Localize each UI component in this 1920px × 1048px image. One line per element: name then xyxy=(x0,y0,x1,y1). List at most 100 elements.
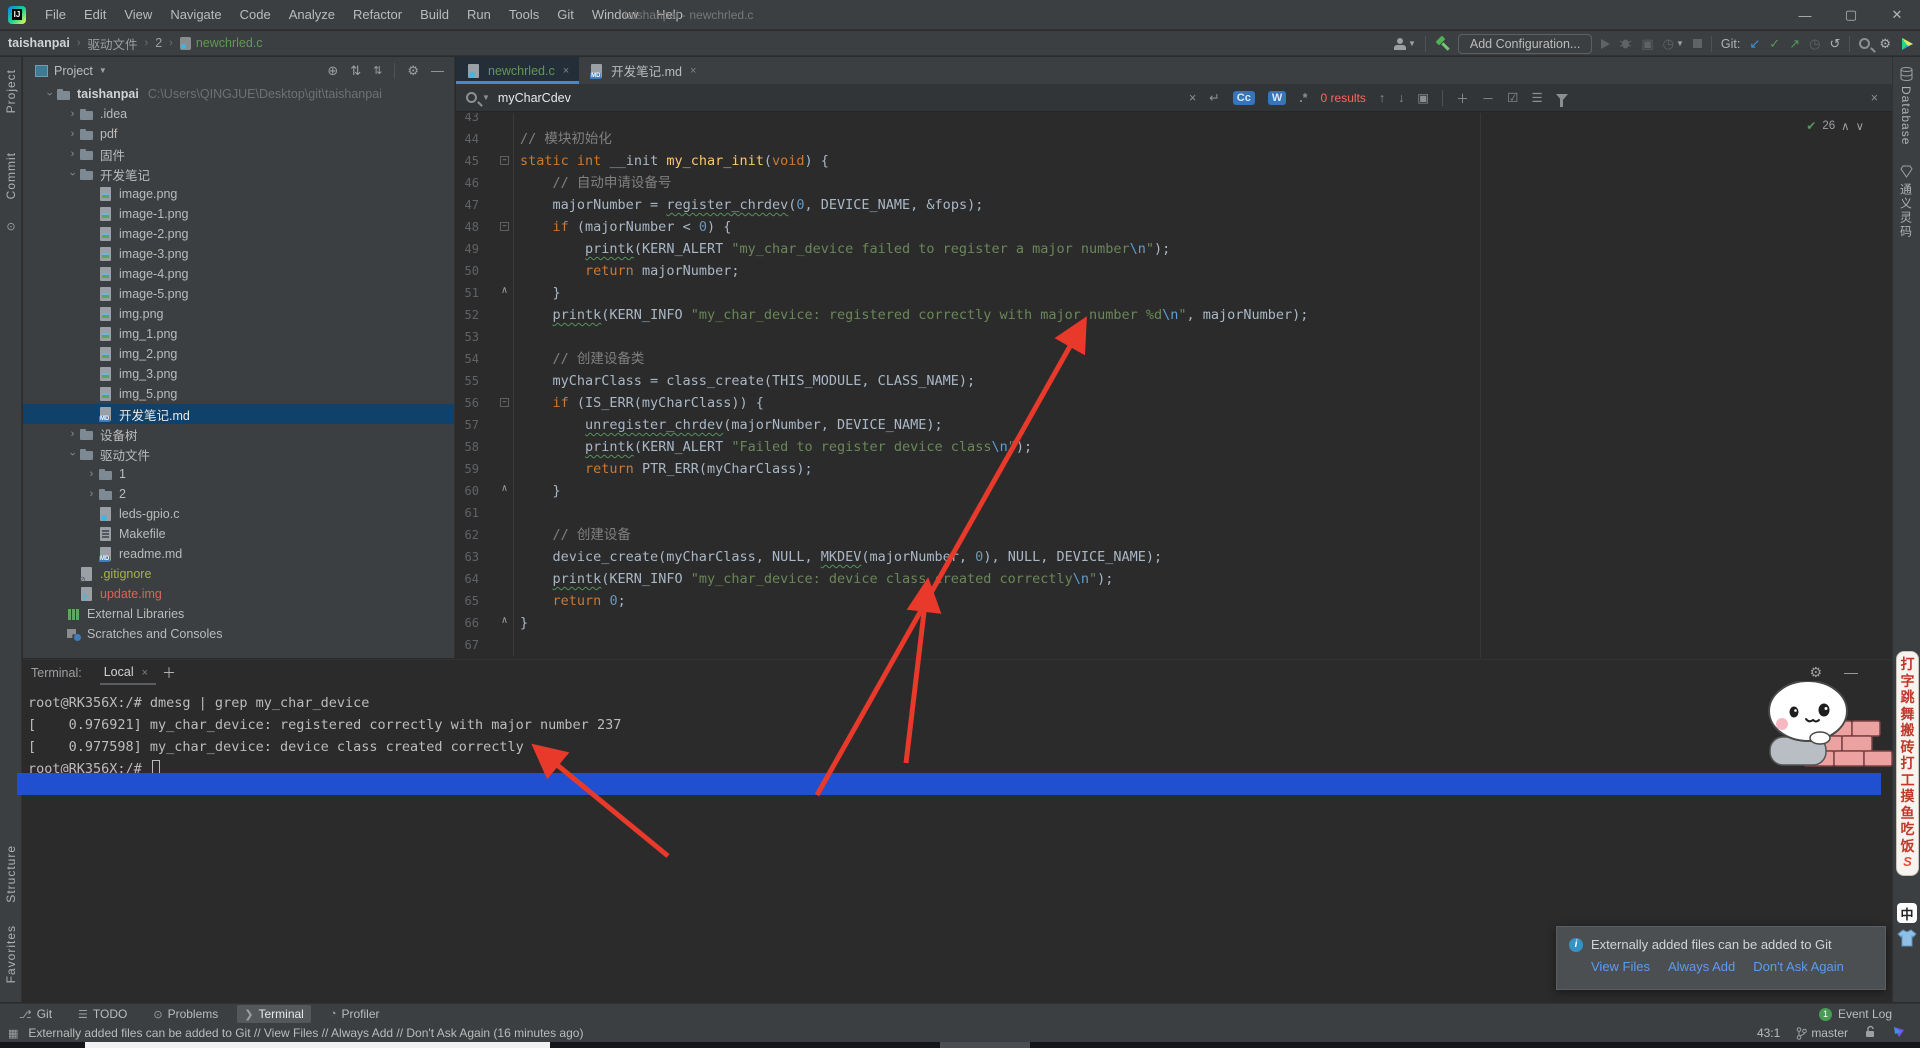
tree-item[interactable]: ›设备树 xyxy=(23,424,454,444)
tree-item[interactable]: .gitignore xyxy=(23,564,454,584)
tool-button-project[interactable]: Project xyxy=(0,69,22,113)
terminal-minimize-icon[interactable]: — xyxy=(1844,664,1858,681)
project-panel-title[interactable]: Project xyxy=(54,64,93,78)
tree-item[interactable]: ›驱动文件 xyxy=(23,444,454,464)
tree-item[interactable]: image.png xyxy=(23,184,454,204)
fold-marker-icon[interactable]: ∧ xyxy=(500,617,509,626)
tree-item[interactable]: 开发笔记.md xyxy=(23,404,454,424)
inspection-widget[interactable]: ✔ 26 ∧ ∨ xyxy=(1806,119,1864,133)
menu-item-tools[interactable]: Tools xyxy=(500,0,548,30)
maximize-button[interactable]: ▢ xyxy=(1828,0,1874,30)
tree-item[interactable]: ›固件 xyxy=(23,144,454,164)
menu-item-run[interactable]: Run xyxy=(458,0,500,30)
event-log-button[interactable]: 1Event Log xyxy=(1819,1007,1892,1021)
git-branch-widget[interactable]: master xyxy=(1796,1026,1848,1040)
regex-toggle[interactable]: .* xyxy=(1299,91,1307,105)
words-toggle[interactable]: W xyxy=(1268,91,1286,105)
search-filter-funnel-icon[interactable] xyxy=(1556,94,1568,101)
tree-chevron-icon[interactable]: › xyxy=(66,428,79,440)
tree-item[interactable]: image-1.png xyxy=(23,204,454,224)
tree-chevron-icon[interactable]: › xyxy=(66,148,79,160)
menu-item-navigate[interactable]: Navigate xyxy=(161,0,230,30)
settings-gear-icon[interactable]: ⚙ xyxy=(1879,36,1891,52)
tree-item[interactable]: image-3.png xyxy=(23,244,454,264)
notification-action-view-files[interactable]: View Files xyxy=(1591,959,1650,974)
tree-item[interactable]: img_5.png xyxy=(23,384,454,404)
git-rollback-icon[interactable]: ↺ xyxy=(1829,36,1840,52)
tool-window-button-profiler[interactable]: ◔Profiler xyxy=(323,1005,387,1023)
remove-occurrence-icon[interactable]: － xyxy=(1482,88,1495,107)
hide-panel-icon[interactable]: — xyxy=(431,63,444,78)
tree-item[interactable]: update.img xyxy=(23,584,454,604)
menu-item-git[interactable]: Git xyxy=(548,0,583,30)
fold-marker-icon[interactable]: − xyxy=(500,156,509,165)
notification-action-don-t-ask-again[interactable]: Don't Ask Again xyxy=(1753,959,1844,974)
build-hammer-icon[interactable] xyxy=(1435,37,1449,51)
tree-chevron-icon[interactable]: › xyxy=(85,488,98,500)
tool-button-commit[interactable]: Commit xyxy=(0,152,22,199)
tree-chevron-icon[interactable]: › xyxy=(67,168,79,181)
tool-window-stack-icon[interactable]: ▦ xyxy=(8,1027,18,1040)
menu-item-file[interactable]: File xyxy=(36,0,75,30)
terminal-settings-gear-icon[interactable]: ⚙ xyxy=(1809,664,1822,681)
editor-tab[interactable]: newchrled.c× xyxy=(456,57,579,84)
tree-item[interactable]: ›开发笔记 xyxy=(23,164,454,184)
filter-search-icon[interactable]: ☰ xyxy=(1531,90,1542,105)
git-push-icon[interactable]: ↗ xyxy=(1789,36,1800,52)
breadcrumb-item[interactable]: 驱动文件 xyxy=(88,34,138,53)
updates-icon[interactable] xyxy=(1900,37,1914,51)
tree-item[interactable]: ›2 xyxy=(23,484,454,504)
git-update-icon[interactable]: ↙ xyxy=(1749,36,1760,52)
find-icon[interactable] xyxy=(466,92,477,103)
search-everywhere-icon[interactable] xyxy=(1859,38,1870,49)
tree-item[interactable]: leds-gpio.c xyxy=(23,504,454,524)
tool-button-structure[interactable]: Structure xyxy=(0,845,22,903)
terminal-tab-close-icon[interactable]: × xyxy=(142,667,148,679)
menu-item-analyze[interactable]: Analyze xyxy=(280,0,344,30)
close-button[interactable]: ✕ xyxy=(1874,0,1920,30)
next-problem-icon[interactable]: ∨ xyxy=(1856,119,1864,133)
tree-chevron-icon[interactable]: › xyxy=(66,108,79,120)
tool-window-button-problems[interactable]: ⊙Problems xyxy=(146,1005,225,1023)
ime-language-badge[interactable]: 中 xyxy=(1897,903,1917,923)
minimize-button[interactable]: — xyxy=(1782,0,1828,30)
collapse-all-icon[interactable]: ⇅ xyxy=(373,64,382,77)
tree-item[interactable]: img_1.png xyxy=(23,324,454,344)
menu-item-edit[interactable]: Edit xyxy=(75,0,115,30)
next-occurrence-icon[interactable]: ↓ xyxy=(1398,91,1404,105)
menu-item-view[interactable]: View xyxy=(115,0,161,30)
git-commit-icon[interactable]: ✓ xyxy=(1769,36,1780,52)
status-message[interactable]: Externally added files can be added to G… xyxy=(28,1026,583,1040)
tool-button-database[interactable]: Database xyxy=(1892,67,1920,145)
tree-item[interactable]: img.png xyxy=(23,304,454,324)
add-occurrence-icon[interactable]: ＋ xyxy=(1456,88,1469,107)
tree-item[interactable]: readme.md xyxy=(23,544,454,564)
tree-item[interactable]: img_3.png xyxy=(23,364,454,384)
fold-marker-icon[interactable]: − xyxy=(500,222,509,231)
notification-action-always-add[interactable]: Always Add xyxy=(1668,959,1735,974)
menu-item-build[interactable]: Build xyxy=(411,0,458,30)
ime-skin-shirt-icon[interactable] xyxy=(1897,929,1917,947)
breadcrumb-item[interactable]: 2 xyxy=(155,36,162,50)
panel-settings-icon[interactable]: ⚙ xyxy=(407,63,419,79)
user-account-icon[interactable]: ▼ xyxy=(1394,38,1416,50)
breadcrumb-item[interactable]: newchrled.c xyxy=(180,36,263,50)
select-all-occurrences-icon[interactable]: ☑ xyxy=(1507,90,1518,105)
tool-window-button-todo[interactable]: ☰TODO xyxy=(71,1005,134,1023)
open-in-find-window-icon[interactable]: ▣ xyxy=(1417,90,1429,105)
tree-item[interactable]: ›.idea xyxy=(23,104,454,124)
add-configuration-button[interactable]: Add Configuration... xyxy=(1458,34,1593,54)
tab-close-icon[interactable]: × xyxy=(563,65,569,77)
menu-item-code[interactable]: Code xyxy=(231,0,280,30)
close-find-bar-icon[interactable]: × xyxy=(1871,91,1878,105)
tree-chevron-icon[interactable]: › xyxy=(85,468,98,480)
fold-marker-icon[interactable]: ∧ xyxy=(500,485,509,494)
tree-item[interactable]: External Libraries xyxy=(23,604,454,624)
tree-chevron-icon[interactable]: › xyxy=(67,448,79,461)
code-viewport[interactable]: 4344// 模块初始化45−static int __init my_char… xyxy=(456,113,1892,658)
terminal-tab-local[interactable]: Local xyxy=(104,665,134,681)
fold-marker-icon[interactable]: − xyxy=(500,398,509,407)
caret-position[interactable]: 43:1 xyxy=(1757,1026,1780,1040)
tree-root[interactable]: ›taishanpaiC:\Users\QINGJUE\Desktop\git\… xyxy=(23,84,454,104)
match-case-toggle[interactable]: Cc xyxy=(1233,91,1255,105)
